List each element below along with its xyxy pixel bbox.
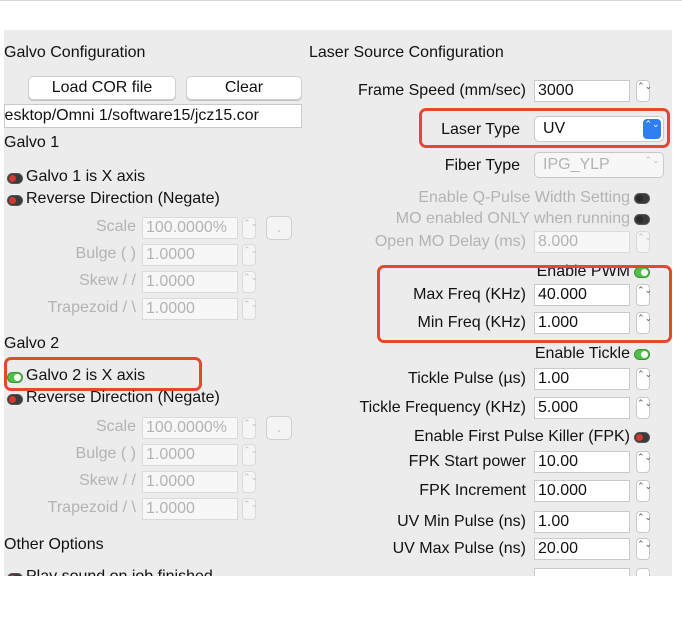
fpk-increment-field[interactable]: 10.000 <box>534 480 630 502</box>
frame-speed-field[interactable]: 3000 <box>534 80 630 102</box>
galvo1-trapezoid-field[interactable]: 1.0000 <box>142 298 238 320</box>
other-options-title: Other Options <box>4 536 104 553</box>
galvo2-trapezoid-field[interactable]: 1.0000 <box>142 498 238 520</box>
galvo1-reverse-toggle[interactable] <box>7 195 23 206</box>
galvo2-reverse-toggle[interactable] <box>7 394 23 405</box>
fiber-type-value: IPG_YLP <box>543 156 610 173</box>
galvo2-scale-field[interactable]: 100.0000% <box>142 417 238 439</box>
laser-config-title: Laser Source Configuration <box>309 44 504 61</box>
galvo2-bulge-label: Bulge ( ) <box>75 445 136 462</box>
select-arrow-icon: ⌃⌄ <box>644 155 660 165</box>
open-mo-delay-field[interactable]: 8.000 <box>534 231 630 253</box>
open-mo-delay-stepper[interactable]: ⌃⌄ <box>636 231 652 253</box>
uv-max-pulse-field[interactable]: 20.00 <box>534 538 630 560</box>
tickle-pulse-stepper[interactable]: ⌃⌄ <box>636 368 652 390</box>
pwm-highlight-box <box>377 265 672 343</box>
uv-max-pulse-stepper[interactable]: ⌃⌄ <box>636 538 652 560</box>
galvo2-highlight-box <box>4 357 202 391</box>
galvo2-skew-label: Skew / / <box>79 472 136 489</box>
laser-type-highlight-box <box>419 108 670 148</box>
galvo1-scale-field[interactable]: 100.0000% <box>142 217 238 239</box>
tickle-freq-label: Tickle Frequency (KHz) <box>359 399 526 416</box>
fpk-start-label: FPK Start power <box>408 453 526 470</box>
galvo2-dot-button[interactable]: . <box>266 416 292 440</box>
next-stepper-partial[interactable] <box>636 568 650 576</box>
galvo1-trapezoid-label: Trapezoid / \ <box>47 299 136 316</box>
tickle-pulse-field[interactable]: 1.00 <box>534 368 630 390</box>
mo-enabled-toggle[interactable] <box>634 214 650 225</box>
galvo2-trapezoid-label: Trapezoid / \ <box>47 499 136 516</box>
fpk-increment-stepper[interactable]: ⌃⌄ <box>636 480 652 502</box>
uv-max-pulse-label: UV Max Pulse (ns) <box>392 540 526 557</box>
enable-tickle-label: Enable Tickle <box>534 345 630 362</box>
fpk-toggle[interactable] <box>634 432 650 443</box>
galvo1-bulge-label: Bulge ( ) <box>75 245 136 262</box>
fiber-type-label: Fiber Type <box>444 157 520 174</box>
q-pulse-label: Enable Q-Pulse Width Setting <box>418 189 630 206</box>
open-mo-delay-label: Open MO Delay (ms) <box>374 233 526 250</box>
galvo1-skew-field[interactable]: 1.0000 <box>142 271 238 293</box>
frame-speed-stepper[interactable]: ⌃⌄ <box>636 80 652 102</box>
fiber-type-select[interactable]: IPG_YLP ⌃⌄ <box>534 152 664 178</box>
tickle-freq-field[interactable]: 5.000 <box>534 397 630 419</box>
galvo1-skew-label: Skew / / <box>79 272 136 289</box>
uv-min-pulse-label: UV Min Pulse (ns) <box>397 513 526 530</box>
galvo1-reverse-label: Reverse Direction (Negate) <box>26 190 220 207</box>
mo-enabled-label: MO enabled ONLY when running <box>395 210 630 227</box>
galvo2-title: Galvo 2 <box>4 335 60 352</box>
galvo1-scale-label: Scale <box>95 218 136 235</box>
tickle-freq-stepper[interactable]: ⌃⌄ <box>636 397 652 419</box>
fpk-start-stepper[interactable]: ⌃⌄ <box>636 451 652 473</box>
galvo1-title: Galvo 1 <box>4 134 60 151</box>
galvo-config-title: Galvo Configuration <box>4 44 146 61</box>
galvo1-is-x-label: Galvo 1 is X axis <box>26 168 146 185</box>
load-cor-button[interactable]: Load COR file <box>28 76 176 100</box>
galvo2-scale-label: Scale <box>95 418 136 435</box>
galvo1-is-x-toggle[interactable] <box>7 173 23 184</box>
galvo2-bulge-field[interactable]: 1.0000 <box>142 444 238 466</box>
enable-tickle-toggle[interactable] <box>634 349 650 360</box>
fpk-label: Enable First Pulse Killer (FPK) <box>413 428 630 445</box>
fpk-increment-label: FPK Increment <box>419 482 526 499</box>
uv-min-pulse-stepper[interactable]: ⌃⌄ <box>636 511 652 533</box>
frame-speed-label: Frame Speed (mm/sec) <box>357 82 526 99</box>
galvo2-skew-field[interactable]: 1.0000 <box>142 471 238 493</box>
galvo2-reverse-label: Reverse Direction (Negate) <box>26 389 220 406</box>
fpk-start-field[interactable]: 10.00 <box>534 451 630 473</box>
uv-min-pulse-field[interactable]: 1.00 <box>534 511 630 533</box>
q-pulse-toggle[interactable] <box>634 193 650 204</box>
window-top-border <box>0 0 682 1</box>
galvo2-scale-stepper[interactable]: ⌃⌄ <box>242 417 258 439</box>
settings-panel: Galvo Configuration Load COR file Clear … <box>4 30 672 576</box>
tickle-pulse-label: Tickle Pulse (µs) <box>408 370 526 387</box>
next-field-partial[interactable] <box>534 568 630 576</box>
play-sound-label: Play sound on job finished <box>26 568 213 576</box>
play-sound-toggle[interactable] <box>7 573 23 576</box>
galvo1-bulge-field[interactable]: 1.0000 <box>142 244 238 266</box>
